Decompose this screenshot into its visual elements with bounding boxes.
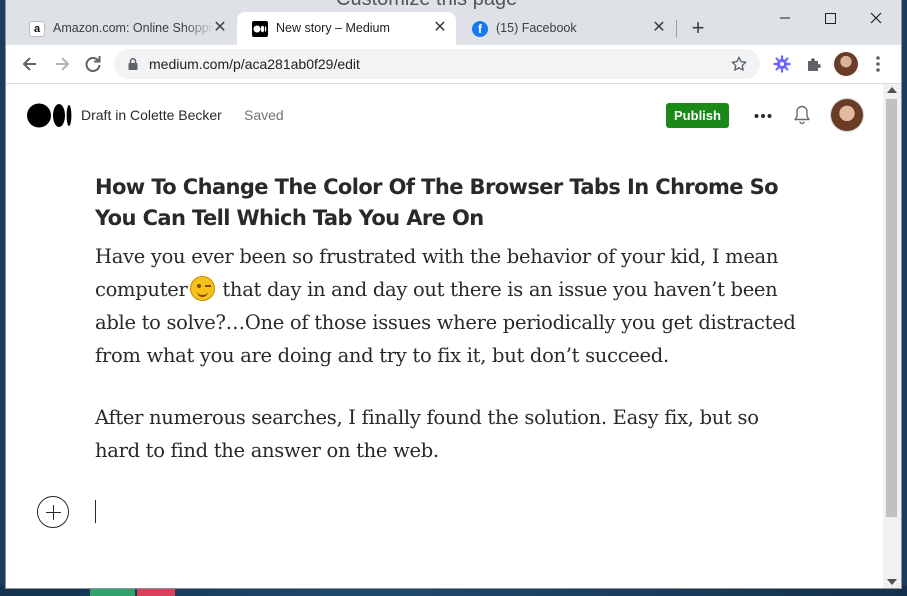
profile-avatar[interactable] bbox=[834, 52, 858, 76]
publish-button[interactable]: Publish bbox=[666, 103, 729, 128]
tab-medium[interactable]: New story – Medium ✕ bbox=[237, 12, 456, 45]
add-block-button[interactable] bbox=[37, 496, 69, 528]
window-close-button[interactable] bbox=[856, 6, 896, 30]
browser-window: Customize this page a Amazon.com: Online… bbox=[6, 0, 901, 588]
tab-title: New story – Medium bbox=[276, 21, 390, 35]
chrome-menu-icon[interactable] bbox=[870, 54, 886, 74]
tab-close-icon[interactable]: ✕ bbox=[649, 18, 669, 38]
facebook-logo-icon: f bbox=[472, 21, 488, 37]
medium-editor-page: Draft in Colette Becker Saved Publish Ho… bbox=[6, 84, 883, 588]
new-tab-button[interactable]: + bbox=[686, 17, 710, 41]
scroll-up-arrow-icon[interactable] bbox=[887, 87, 897, 93]
amazon-logo-icon: a bbox=[29, 21, 45, 37]
arrow-right-icon bbox=[56, 57, 70, 71]
story-paragraph[interactable]: After numerous searches, I finally found… bbox=[95, 401, 805, 467]
scroll-down-arrow-icon[interactable] bbox=[887, 579, 897, 585]
reload-icon bbox=[85, 56, 101, 72]
medium-logo-icon bbox=[252, 21, 268, 37]
arrow-left-icon bbox=[22, 57, 36, 71]
extensions-puzzle-icon[interactable] bbox=[804, 54, 824, 74]
story-paragraph[interactable]: Have you ever been so frustrated with th… bbox=[95, 240, 805, 372]
save-status: Saved bbox=[244, 107, 284, 123]
more-options-icon[interactable] bbox=[753, 106, 773, 126]
forward-button[interactable] bbox=[50, 52, 74, 76]
url-text: medium.com/p/aca281ab0f29/edit bbox=[149, 56, 360, 72]
tab-amazon[interactable]: a Amazon.com: Online Shoppin ✕ bbox=[14, 12, 236, 45]
page-scrollbar[interactable] bbox=[883, 84, 901, 588]
desktop-item bbox=[137, 588, 175, 596]
scrollbar-thumb[interactable] bbox=[886, 99, 897, 517]
tab-close-icon[interactable]: ✕ bbox=[430, 18, 450, 38]
tab-facebook[interactable]: f (15) Facebook ✕ bbox=[457, 12, 673, 45]
draft-label: Draft in Colette Becker bbox=[81, 107, 222, 123]
background-window-title: Customize this page bbox=[336, 0, 517, 11]
address-bar[interactable]: medium.com/p/aca281ab0f29/edit bbox=[114, 49, 760, 79]
tab-title: (15) Facebook bbox=[496, 21, 577, 35]
tab-separator bbox=[676, 20, 677, 38]
maximize-button[interactable] bbox=[810, 6, 850, 30]
lock-icon bbox=[128, 57, 138, 70]
text-cursor bbox=[95, 500, 96, 523]
notifications-bell-icon[interactable] bbox=[792, 104, 812, 126]
reload-button[interactable] bbox=[81, 52, 105, 76]
minimize-button[interactable] bbox=[765, 6, 805, 30]
back-button[interactable] bbox=[18, 52, 42, 76]
tab-strip: Customize this page a Amazon.com: Online… bbox=[6, 0, 901, 45]
user-avatar[interactable] bbox=[831, 99, 863, 131]
winking-face-emoji-icon bbox=[189, 276, 215, 301]
extension-gear-icon[interactable] bbox=[772, 54, 792, 74]
bookmark-star-icon[interactable] bbox=[730, 55, 748, 73]
browser-toolbar: medium.com/p/aca281ab0f29/edit bbox=[6, 45, 901, 84]
tab-close-icon[interactable]: ✕ bbox=[210, 18, 230, 38]
medium-logo-icon[interactable] bbox=[27, 103, 72, 128]
story-title[interactable]: How To Change The Color Of The Browser T… bbox=[95, 172, 795, 234]
desktop-item bbox=[90, 588, 135, 596]
